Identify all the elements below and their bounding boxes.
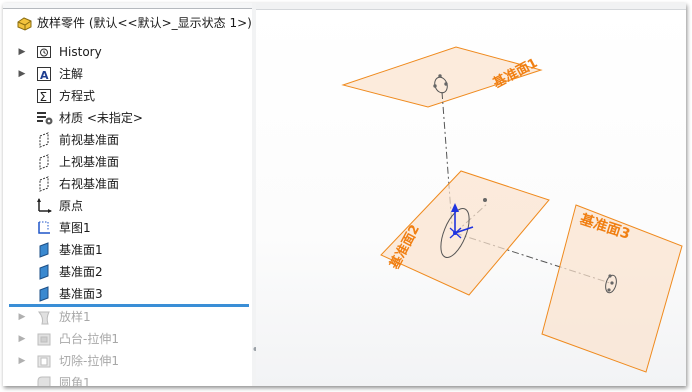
feature-manager-tree: 放样零件 (默认<<默认>_显示状态 1>) ▶ History ▶ A 注解 Σ 方程式材… <box>3 3 253 386</box>
material-icon <box>36 110 53 126</box>
tree-item[interactable]: 基准面2 <box>3 261 252 283</box>
plane-outline-icon <box>36 176 52 192</box>
plane-outline-icon <box>36 132 52 148</box>
sketch-icon <box>36 220 52 236</box>
tree-item-label: 原点 <box>59 199 84 213</box>
tree-item[interactable]: 上视基准面 <box>3 151 252 173</box>
cut-extrude-icon <box>36 353 52 369</box>
graphics-viewport[interactable]: 基准面1 基准面2 基准面3 <box>256 3 686 386</box>
tree-item[interactable]: Σ 方程式 <box>3 85 252 107</box>
plane3-shape[interactable]: 基准面3 <box>541 204 683 373</box>
tree-root-label: 放样零件 (默认<<默认>_显示状态 1>) <box>37 16 252 30</box>
tree-item-label: 凸台-拉伸1 <box>59 332 119 346</box>
tree-item[interactable]: ▶ A 注解 <box>3 63 252 85</box>
tree-item-label: 基准面1 <box>59 243 103 257</box>
equations-sigma-icon: Σ <box>36 88 52 104</box>
tree-header-strip <box>3 3 252 9</box>
tree-item[interactable]: ▶ 放样1 <box>3 306 252 328</box>
tree-item[interactable]: 草图1 <box>3 217 252 239</box>
tree-item[interactable]: 前视基准面 <box>3 129 252 151</box>
tree-item[interactable]: 圆角1 <box>3 372 252 386</box>
loft-icon <box>36 309 52 325</box>
tree-item-label: 基准面2 <box>59 265 103 279</box>
expand-arrow-icon[interactable]: ▶ <box>17 350 27 372</box>
tree-item-label: 草图1 <box>59 221 91 235</box>
tree-item[interactable]: 基准面3 <box>3 283 252 305</box>
tree-item-label: 放样1 <box>59 310 91 324</box>
solidworks-window: 放样零件 (默认<<默认>_显示状态 1>) ▶ History ▶ A 注解 Σ 方程式材… <box>3 3 686 386</box>
tree-item-label: 材质 <未指定> <box>59 111 143 125</box>
history-folder-icon <box>36 44 52 60</box>
tree-item[interactable]: 右视基准面 <box>3 173 252 195</box>
tree-root-part[interactable]: 放样零件 (默认<<默认>_显示状态 1>) <box>3 12 252 34</box>
tree-item[interactable]: 原点 <box>3 195 252 217</box>
annotations-icon: A <box>36 66 52 82</box>
tree-item[interactable]: ▶ 切除-拉伸1 <box>3 350 252 372</box>
origin-icon <box>36 198 52 214</box>
tree-item-label: 切除-拉伸1 <box>59 354 119 368</box>
tree-item-label: 注解 <box>59 67 84 81</box>
tree-item[interactable]: ▶ 凸台-拉伸1 <box>3 328 252 350</box>
tree-item-label: 基准面3 <box>59 287 103 301</box>
fillet-icon <box>36 375 52 386</box>
tree-item-label: 上视基准面 <box>59 155 120 169</box>
plane-filled-icon <box>36 242 52 258</box>
expand-arrow-icon[interactable]: ▶ <box>17 41 27 63</box>
svg-text:A: A <box>40 69 49 82</box>
tree-item-label: 前视基准面 <box>59 133 120 147</box>
expand-arrow-icon[interactable]: ▶ <box>17 306 27 328</box>
expand-arrow-icon[interactable]: ▶ <box>17 63 27 85</box>
plane-filled-icon <box>36 286 52 302</box>
plane-filled-icon <box>36 264 52 280</box>
part-icon <box>16 15 32 31</box>
svg-text:Σ: Σ <box>40 90 48 104</box>
tree-item[interactable]: 材质 <未指定> <box>3 107 252 129</box>
tree-item-label: 右视基准面 <box>59 177 120 191</box>
plane2-shape[interactable]: 基准面2 <box>380 170 550 296</box>
tree-item[interactable]: 基准面1 <box>3 239 252 261</box>
boss-extrude-icon <box>36 331 52 347</box>
tree-item[interactable]: ▶ History <box>3 41 252 63</box>
tree-item-label: History <box>59 45 102 59</box>
tree-item-label: 圆角1 <box>59 376 91 386</box>
plane-outline-icon <box>36 154 52 170</box>
tree-item-label: 方程式 <box>59 89 96 103</box>
expand-arrow-icon[interactable]: ▶ <box>17 328 27 350</box>
